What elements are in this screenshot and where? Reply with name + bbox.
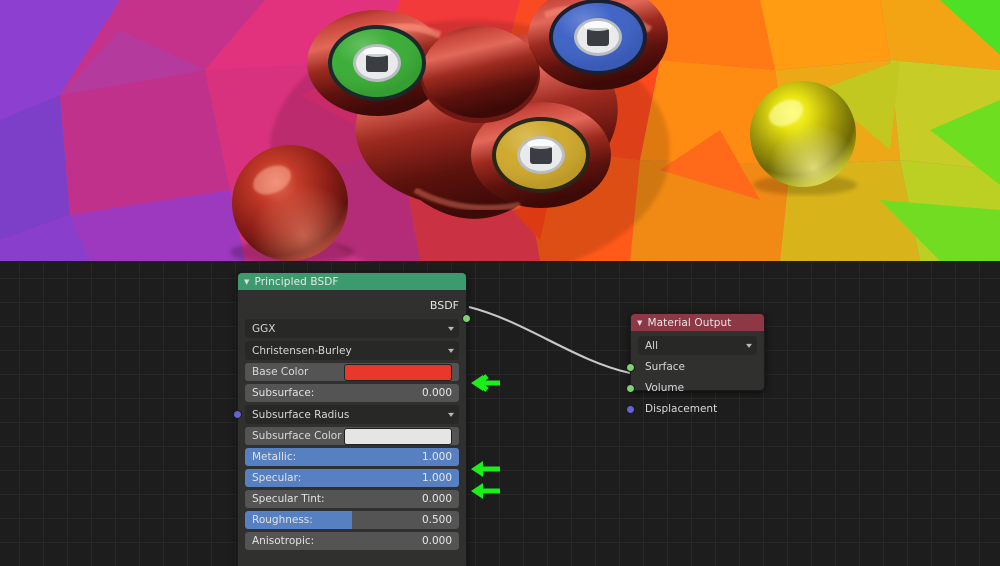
input-label: Subsurface Radius [252, 408, 350, 421]
input-value: 0.000 [421, 535, 452, 547]
input-specular[interactable]: Specular: 1.000 [245, 469, 459, 487]
input-label: Displacement [645, 403, 718, 415]
input-displacement[interactable]: Displacement [626, 400, 757, 418]
node-title: Material Output [647, 316, 732, 329]
node-material-output[interactable]: ▼ Material Output All ▾ Surface Volume D… [626, 313, 765, 415]
input-label: Metallic: [252, 451, 297, 463]
dropdown-distribution[interactable]: GGX ▾ [245, 319, 459, 338]
input-label: Anisotropic: [252, 535, 315, 547]
input-value: 1.000 [421, 451, 452, 463]
node-title: Principled BSDF [254, 275, 339, 288]
viewport-render [0, 0, 1000, 261]
input-metallic[interactable]: Metallic: 1.000 [245, 448, 459, 466]
dropdown-subsurface-method[interactable]: Christensen-Burley ▾ [245, 341, 459, 360]
chevron-down-icon: ▾ [447, 324, 455, 333]
spinner-cap-green [328, 25, 426, 101]
input-volume[interactable]: Volume [626, 379, 757, 397]
socket-displacement[interactable] [626, 404, 635, 414]
output-socket-label: BSDF [429, 299, 459, 312]
chevron-down-icon: ▾ [447, 346, 455, 355]
blender-window: ▼ Principled BSDF BSDF GGX ▾ Christensen… [0, 0, 1000, 566]
socket-surface[interactable] [626, 362, 635, 372]
input-label: Volume [645, 382, 685, 394]
input-label: Subsurface Color [252, 430, 342, 442]
input-label: Base Color [252, 366, 309, 378]
dropdown-output-target[interactable]: All ▾ [638, 336, 757, 355]
rendered-3d-viewport[interactable] [0, 0, 1000, 261]
chevron-down-icon: ▾ [447, 410, 455, 419]
dropdown-output-target-value: All [645, 339, 659, 352]
socket-volume[interactable] [626, 383, 635, 393]
triangle-down-icon[interactable]: ▼ [637, 319, 642, 327]
node-header-principled-bsdf[interactable]: ▼ Principled BSDF [238, 273, 466, 290]
input-anisotropic[interactable]: Anisotropic: 0.000 [245, 532, 459, 550]
input-specular-tint[interactable]: Specular Tint: 0.000 [245, 490, 459, 508]
socket-subsurface-radius[interactable] [233, 410, 242, 419]
triangle-down-icon[interactable]: ▼ [244, 278, 249, 286]
input-label: Roughness: [252, 514, 313, 526]
shader-node-editor[interactable]: ▼ Principled BSDF BSDF GGX ▾ Christensen… [0, 261, 1000, 566]
input-label: Specular Tint: [252, 493, 325, 505]
node-principled-bsdf[interactable]: ▼ Principled BSDF BSDF GGX ▾ Christensen… [233, 272, 471, 566]
input-label: Subsurface: [252, 387, 315, 399]
input-subsurface-radius[interactable]: Subsurface Radius ▾ [233, 405, 459, 424]
input-value: 0.000 [421, 493, 452, 505]
input-value: 0.500 [421, 514, 452, 526]
dropdown-subsurface-method-value: Christensen-Burley [252, 344, 352, 357]
output-row-bsdf: BSDF [245, 296, 471, 323]
input-roughness[interactable]: Roughness: 0.500 [245, 511, 459, 529]
node-editor-grid [0, 261, 1000, 566]
node-body-principled-bsdf: BSDF GGX ▾ Christensen-Burley ▾ Base Col… [233, 290, 471, 557]
input-base-color[interactable]: Base Color [245, 363, 459, 381]
input-value: 0.000 [421, 387, 452, 399]
spinner-cap-gold [492, 117, 590, 193]
node-body-material-output: All ▾ Surface Volume Displacement [626, 331, 764, 425]
input-label: Specular: [252, 472, 302, 484]
input-subsurface[interactable]: Subsurface: 0.000 [245, 384, 459, 402]
input-value: 1.000 [421, 472, 452, 484]
dropdown-distribution-value: GGX [252, 322, 276, 335]
input-label: Surface [645, 361, 686, 373]
spinner-cap-blue [549, 0, 647, 75]
color-swatch-subsurface-color[interactable] [344, 427, 452, 445]
input-surface[interactable]: Surface [626, 358, 757, 376]
socket-bsdf-output[interactable] [462, 314, 471, 323]
node-header-material-output[interactable]: ▼ Material Output [631, 314, 764, 331]
chevron-down-icon: ▾ [745, 341, 753, 350]
input-subsurface-color[interactable]: Subsurface Color [245, 427, 459, 445]
color-swatch-base-color[interactable] [344, 363, 452, 381]
